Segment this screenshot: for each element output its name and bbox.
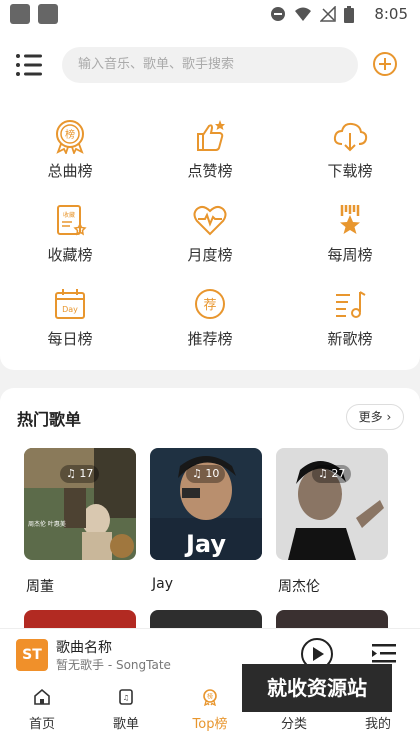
ranking-item[interactable]: 荐 推荐榜 [150, 278, 270, 362]
tab-label: 首页 [28, 717, 55, 732]
ranking-item[interactable]: Day 每日榜 [10, 278, 130, 362]
playlist-name: 周董 [26, 579, 54, 595]
clock: 8:05 [374, 5, 408, 23]
battery-icon [344, 5, 354, 23]
menu-icon[interactable] [14, 52, 44, 78]
star-ribbon-icon [340, 205, 360, 234]
headphones-icon: ♫ [192, 467, 202, 480]
tab-label: 分类 [280, 717, 307, 732]
more-label: 更多 [358, 410, 383, 424]
wifi-icon [295, 7, 311, 21]
ranking-label: 每日榜 [47, 330, 93, 348]
play-count-badge: ♫ 27 [312, 465, 352, 483]
collection-icon: 收藏 [57, 205, 87, 236]
playlist-cover: Jay ♫ 10 [150, 448, 262, 560]
ranking-label: 下载榜 [327, 162, 373, 180]
headphones-icon: ♫ [66, 467, 76, 480]
play-count: 10 [205, 467, 220, 480]
medal-icon: 榜 [56, 120, 84, 154]
tab-label: 我的 [364, 717, 391, 732]
svg-text:Day: Day [62, 305, 78, 314]
ranking-item[interactable]: 点赞榜 [150, 110, 270, 194]
section-title: 热门歌单 [17, 410, 82, 429]
watermark: 就收资源站 [242, 664, 392, 712]
song-artist: 暂无歌手 - SongTate [56, 658, 171, 672]
ranking-item[interactable]: 榜 总曲榜 [10, 110, 130, 194]
home-icon [34, 688, 50, 705]
playlist-cover: 周杰伦 叶惠美 ♫ 17 [24, 448, 136, 560]
more-button[interactable]: 更多 › [346, 404, 404, 430]
headphones-icon: ♫ [318, 467, 328, 480]
ranking-label: 推荐榜 [187, 330, 233, 348]
ranking-label: 收藏榜 [47, 246, 93, 264]
playlist-cover: ♫ 27 [276, 448, 388, 560]
cloud-download-icon [333, 122, 368, 152]
playlist-cover-partial[interactable] [276, 610, 388, 628]
tab-playlist[interactable]: ♫ 歌单 [84, 680, 168, 736]
svg-text:榜: 榜 [207, 693, 213, 701]
playlist-icon: ♫ [119, 689, 133, 705]
ranking-item[interactable]: 下载榜 [290, 110, 410, 194]
ranking-item[interactable]: 月度榜 [150, 194, 270, 278]
tab-home[interactable]: 首页 [0, 680, 84, 736]
thumbs-up-icon [197, 120, 225, 151]
music-list-icon [336, 291, 366, 318]
recommend-icon: 荐 [195, 289, 225, 319]
ranking-label: 新歌榜 [327, 330, 373, 348]
play-count: 27 [331, 467, 346, 480]
svg-text:收藏: 收藏 [63, 211, 75, 219]
playlist-name: 周杰伦 [278, 579, 320, 595]
chevron-right-icon: › [386, 410, 392, 424]
tab-label: Top榜 [192, 717, 228, 732]
svg-text:Jay: Jay [184, 530, 226, 558]
playlist-cover-partial[interactable] [150, 610, 262, 628]
play-count-badge: ♫ 10 [186, 465, 226, 483]
ranking-item[interactable]: 每周榜 [290, 194, 410, 278]
song-title: 歌曲名称 [56, 640, 112, 656]
ranking-label: 每周榜 [327, 246, 373, 264]
calendar-day-icon: Day [55, 289, 85, 319]
status-bar: 8:05 [0, 0, 420, 30]
ranking-item[interactable]: 新歌榜 [290, 278, 410, 362]
svg-text:♫: ♫ [123, 694, 129, 702]
notification-icon [38, 4, 58, 24]
add-icon[interactable] [372, 51, 398, 77]
svg-text:榜: 榜 [65, 128, 75, 141]
playlist-name: Jay [152, 576, 173, 592]
ranking-label: 月度榜 [187, 246, 233, 264]
notification-icon [10, 4, 30, 24]
playlist-cover-partial[interactable] [24, 610, 136, 628]
heart-pulse-icon [193, 205, 227, 236]
play-count: 17 [79, 467, 94, 480]
top-chart-icon: 榜 [203, 689, 217, 706]
dnd-icon [271, 7, 285, 21]
rankings-panel: 榜 总曲榜 点赞榜 下载榜 收藏 收藏榜 月度榜 每周榜 Day 每日榜 荐 推… [0, 100, 420, 370]
search-input[interactable]: 输入音乐、歌单、歌手搜索 [62, 47, 358, 83]
no-signal-icon [320, 6, 336, 22]
ranking-label: 总曲榜 [47, 162, 93, 180]
ranking-label: 点赞榜 [187, 162, 233, 180]
svg-text:周杰伦 叶惠美: 周杰伦 叶惠美 [28, 520, 66, 528]
song-thumbnail: ST [16, 639, 48, 671]
tab-label: 歌单 [112, 717, 139, 732]
hot-playlists-panel: 热门歌单 更多 › 周杰伦 叶惠美 ♫ 17 周董 Jay ♫ 10 Jay ♫… [0, 388, 420, 628]
ranking-item[interactable]: 收藏 收藏榜 [10, 194, 130, 278]
svg-text:荐: 荐 [203, 298, 216, 313]
play-count-badge: ♫ 17 [60, 465, 100, 483]
top-bar: 输入音乐、歌单、歌手搜索 [0, 30, 420, 100]
tab-top-chart[interactable]: 榜 Top榜 [168, 680, 252, 736]
